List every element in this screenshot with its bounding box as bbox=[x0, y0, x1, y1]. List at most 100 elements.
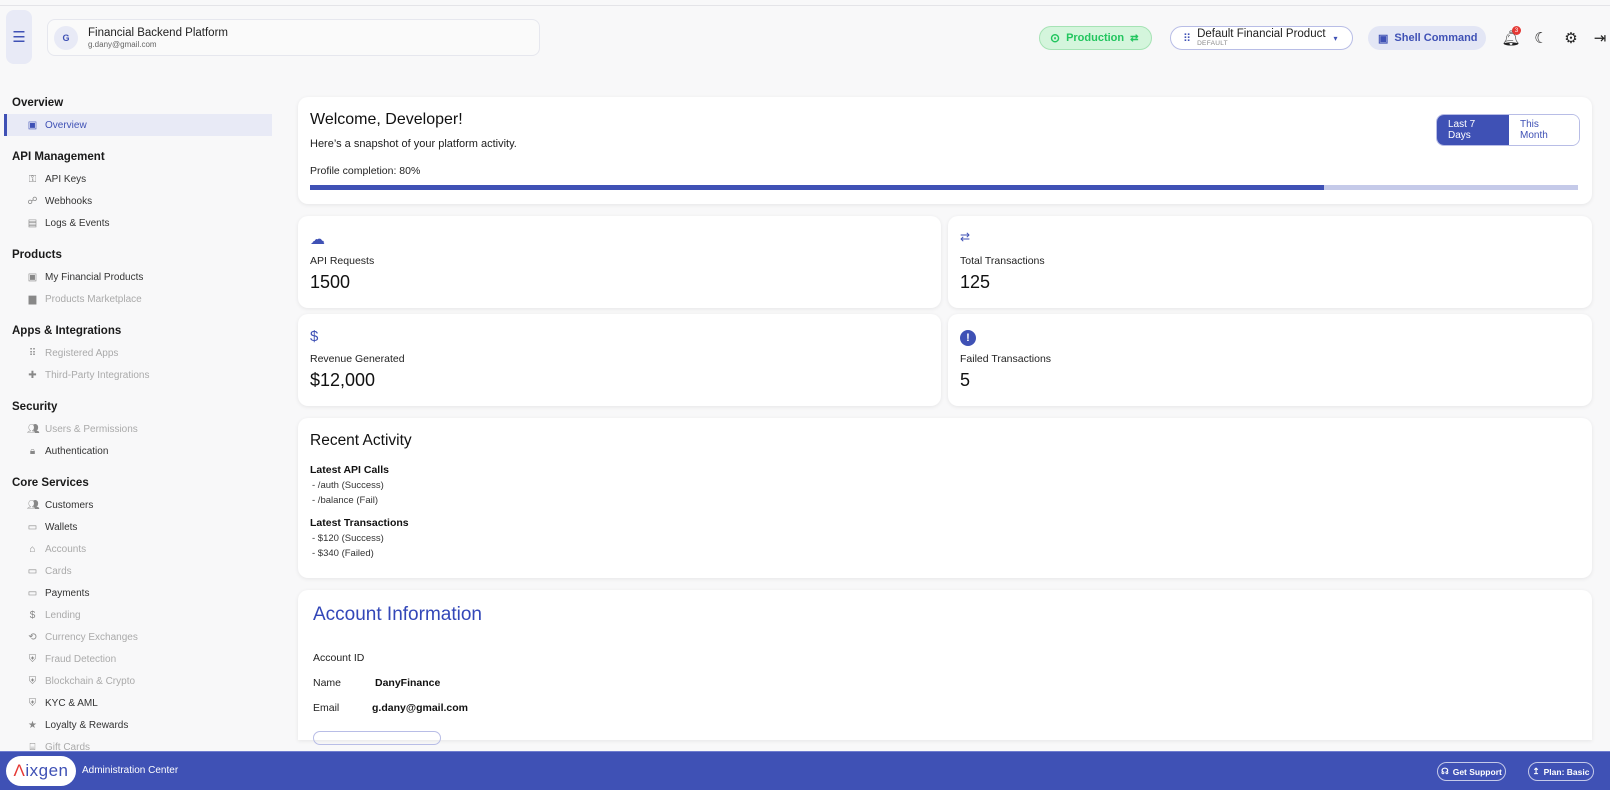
sidebar-item-label: API Keys bbox=[45, 173, 87, 185]
stat-label: Revenue Generated bbox=[310, 353, 405, 365]
sidebar-item-label: Currency Exchanges bbox=[45, 631, 138, 643]
sidebar-item-overview[interactable]: ▣ Overview bbox=[4, 114, 272, 136]
notification-badge: 3 bbox=[1512, 26, 1521, 35]
list-item: - /auth (Success) bbox=[312, 480, 384, 491]
card-icon: ▭ bbox=[27, 565, 38, 577]
stat-value: $12,000 bbox=[310, 370, 376, 390]
environment-toggle-button[interactable]: ⊙ Production ⇄ bbox=[1039, 26, 1152, 50]
avatar: G bbox=[54, 25, 78, 50]
bank-icon: ⌂ bbox=[29, 543, 36, 555]
users-icon: 👥︎ bbox=[27, 499, 40, 511]
sidebar-item-accounts[interactable]: ⌂ Accounts bbox=[0, 538, 272, 560]
sidebar-item-currency-exchanges[interactable]: ⟲ Currency Exchanges bbox=[0, 626, 272, 648]
key-icon: ⚿ bbox=[28, 173, 37, 185]
sidebar-item-fraud-detection[interactable]: ⛨ Fraud Detection bbox=[0, 648, 272, 670]
sidebar-item-api-keys[interactable]: ⚿ API Keys bbox=[0, 168, 272, 190]
swap-icon: ⇄ bbox=[960, 230, 971, 244]
product-icon: ▣ bbox=[27, 271, 38, 283]
profile-completion-label: Profile completion: 80% bbox=[310, 165, 421, 177]
sidebar-item-logs-events[interactable]: ▤ Logs & Events bbox=[0, 212, 272, 234]
stat-value: 1500 bbox=[310, 272, 351, 292]
sidebar-item-registered-apps[interactable]: ⠿ Registered Apps bbox=[0, 342, 272, 364]
users-icon: 👥︎ bbox=[27, 423, 40, 435]
sidebar-item-wallets[interactable]: ▭ Wallets bbox=[0, 516, 272, 538]
sidebar-item-label: Registered Apps bbox=[45, 347, 119, 359]
section-title: Latest Transactions bbox=[310, 517, 409, 529]
sidebar-item-my-financial-products[interactable]: ▣ My Financial Products bbox=[0, 266, 272, 288]
profile-progress-fill bbox=[310, 185, 1325, 190]
sidebar-item-payments[interactable]: ▭ Payments bbox=[0, 582, 272, 604]
sidebar-item-webhooks[interactable]: ☍ Webhooks bbox=[0, 190, 272, 212]
sidebar-item-label: Blockchain & Crypto bbox=[45, 675, 136, 687]
stat-value: 5 bbox=[960, 370, 971, 390]
account-information-card: Account Information Account ID Name DanyF… bbox=[298, 590, 1592, 745]
top-divider bbox=[0, 5, 1610, 6]
range-this-month[interactable]: This Month bbox=[1509, 115, 1579, 145]
sidebar-item-customers[interactable]: 👥︎ Customers bbox=[0, 494, 272, 516]
recent-activity-card: Recent Activity Latest API Calls - /auth… bbox=[298, 418, 1592, 578]
stat-card-failed-transactions: ! Failed Transactions 5 bbox=[948, 314, 1592, 406]
star-icon: ★ bbox=[28, 719, 37, 731]
welcome-title: Welcome, Developer! bbox=[310, 111, 463, 128]
hamburger-icon: ☰ bbox=[12, 29, 26, 46]
card-icon: ▭ bbox=[27, 587, 38, 599]
sidebar-item-blockchain-crypto[interactable]: ⛨ Blockchain & Crypto bbox=[0, 670, 272, 692]
swap-icon: ⇄ bbox=[1130, 32, 1139, 44]
product-name: Default Financial Product bbox=[1197, 28, 1326, 40]
welcome-subtitle: Here’s a snapshot of your platform activ… bbox=[310, 138, 517, 150]
sidebar-item-label: Payments bbox=[45, 587, 90, 599]
shell-command-button[interactable]: ▣ Shell Command bbox=[1368, 26, 1486, 50]
wallet-icon: ▭ bbox=[27, 521, 38, 533]
stat-label: Total Transactions bbox=[960, 255, 1045, 267]
headset-icon: ☊ bbox=[1441, 766, 1449, 776]
recent-activity-title: Recent Activity bbox=[310, 432, 412, 449]
sidebar-item-label: Loyalty & Rewards bbox=[45, 719, 129, 731]
account-id-label: Account ID bbox=[313, 652, 365, 664]
sidebar-item-kyc-aml[interactable]: ⛨ KYC & AML bbox=[0, 692, 272, 714]
sidebar-item-gift-cards[interactable]: ⌸ Gift Cards bbox=[0, 736, 272, 753]
dollar-circle-icon: $ bbox=[29, 609, 36, 621]
notifications-button[interactable]: 🔔︎ 3 bbox=[1501, 26, 1521, 48]
logout-button[interactable]: ⇥ bbox=[1590, 28, 1610, 48]
dark-mode-toggle[interactable]: ☾ bbox=[1531, 28, 1551, 48]
range-last-7-days[interactable]: Last 7 Days bbox=[1437, 115, 1509, 145]
exchange-icon: ⟲ bbox=[28, 631, 37, 643]
sidebar-section-title: Apps & Integrations bbox=[12, 325, 122, 337]
sidebar-item-label: Lending bbox=[45, 609, 81, 621]
footer-bar: Λixgen Administration Center ☊ Get Suppor… bbox=[0, 751, 1610, 790]
logout-icon: ⇥ bbox=[1593, 30, 1607, 47]
sidebar-section-title: Security bbox=[12, 401, 58, 413]
shield-icon: ⛨ bbox=[28, 675, 37, 687]
plan-button[interactable]: ↥ Plan: Basic bbox=[1528, 762, 1594, 781]
platform-header-card[interactable]: G Financial Backend Platform g.dany@gmai… bbox=[47, 19, 540, 56]
sidebar-section-title: Core Services bbox=[12, 477, 89, 489]
sidebar-item-cards[interactable]: ▭ Cards bbox=[0, 560, 272, 582]
support-label: Get Support bbox=[1452, 766, 1502, 777]
account-action-button[interactable] bbox=[313, 731, 441, 745]
sidebar-item-products-marketplace[interactable]: ▆ Products Marketplace bbox=[0, 288, 272, 310]
email-label: Email bbox=[313, 702, 340, 714]
sidebar-item-label: Authentication bbox=[45, 445, 109, 457]
settings-button[interactable]: ⚙ bbox=[1561, 28, 1581, 48]
gear-icon: ⚙ bbox=[1564, 30, 1578, 47]
sidebar-item-lending[interactable]: $ Lending bbox=[0, 604, 272, 626]
sidebar-item-label: My Financial Products bbox=[45, 271, 144, 283]
sidebar-item-users-permissions[interactable]: 👥︎ Users & Permissions bbox=[0, 418, 272, 440]
sidebar-item-label: Logs & Events bbox=[45, 217, 110, 229]
account-title: Account Information bbox=[313, 604, 482, 625]
menu-toggle-button[interactable]: ☰ bbox=[6, 10, 32, 64]
section-title: Latest API Calls bbox=[310, 464, 389, 476]
list-item: - $340 (Failed) bbox=[312, 548, 374, 559]
sidebar-item-label: KYC & AML bbox=[45, 697, 98, 709]
list-item: - /balance (Fail) bbox=[312, 495, 378, 506]
terminal-icon: ▣ bbox=[1378, 32, 1389, 45]
moon-icon: ☾ bbox=[1534, 30, 1548, 47]
sidebar-item-label: Users & Permissions bbox=[45, 423, 138, 435]
sidebar-item-authentication[interactable]: 🔒︎ Authentication bbox=[0, 440, 272, 462]
product-selector[interactable]: ⠿ Default Financial Product DEFAULT ▾ bbox=[1170, 26, 1353, 50]
sidebar-item-loyalty-rewards[interactable]: ★ Loyalty & Rewards bbox=[0, 714, 272, 736]
sidebar-item-third-party-integrations[interactable]: ✚ Third-Party Integrations bbox=[0, 364, 272, 386]
name-value: DanyFinance bbox=[375, 677, 441, 689]
environment-label: Production bbox=[1066, 32, 1125, 44]
get-support-button[interactable]: ☊ Get Support bbox=[1437, 762, 1506, 781]
